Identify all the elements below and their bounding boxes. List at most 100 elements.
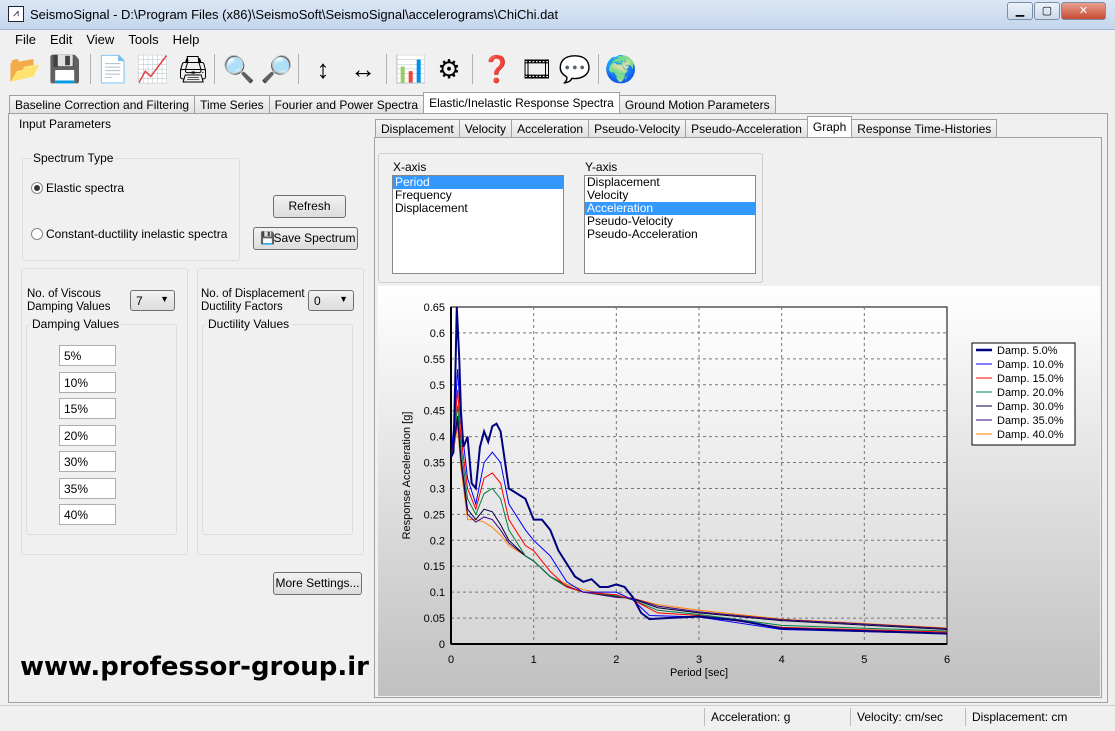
signal-document-button[interactable]: 📈: [136, 52, 170, 86]
subtab-pseudo-velocity[interactable]: Pseudo-Velocity: [588, 119, 687, 137]
more-settings-button[interactable]: More Settings...: [273, 572, 362, 595]
toolbar-separator: [298, 54, 299, 84]
y-axis-list[interactable]: Displacement Velocity Acceleration Pseudo-V…: [584, 175, 756, 274]
tab-ground-motion-parameters[interactable]: Ground Motion Parameters: [618, 95, 776, 113]
zoom-in-icon: 🔍: [222, 53, 256, 84]
x-tick-label: 5: [861, 654, 867, 666]
menu-view[interactable]: View: [79, 31, 121, 48]
chat-button[interactable]: 💬: [558, 52, 592, 86]
toolbar-separator: [598, 54, 599, 84]
gear-icon: ⚙: [437, 53, 461, 84]
viscous-label-2: Damping Values: [27, 301, 111, 313]
damping-value-field[interactable]: 15%: [59, 398, 116, 419]
status-bar: Acceleration: g Velocity: cm/sec Displac…: [0, 705, 1115, 727]
status-displacement: Displacement: cm: [965, 708, 1105, 726]
y-tick-label: 0.65: [424, 302, 445, 314]
minimize-button[interactable]: ▁: [1007, 2, 1033, 20]
status-velocity: Velocity: cm/sec: [850, 708, 965, 726]
damping-value-field[interactable]: 40%: [59, 504, 116, 525]
vertical-arrows-icon: ↕: [316, 53, 330, 84]
title-bar: ⩘ SeismoSignal - D:\Program Files (x86)\…: [0, 0, 1115, 30]
legend-entry: Damp. 5.0%: [997, 345, 1058, 357]
film-reel-icon: 🎞: [520, 53, 554, 84]
signal-document-icon: 📈: [136, 53, 170, 84]
elastic-label: Elastic spectra: [46, 181, 125, 195]
zoom-out-button[interactable]: 🔎: [260, 52, 294, 86]
y-tick-label: 0.4: [430, 432, 445, 444]
ductility-count-value: 0: [314, 294, 321, 308]
elastic-radio[interactable]: [31, 182, 43, 194]
tab-elastic-inelastic-response-spectra[interactable]: Elastic/Inelastic Response Spectra: [423, 92, 620, 113]
x-axis-label: X-axis: [393, 160, 427, 174]
chat-icon: 💬: [558, 53, 592, 84]
damping-value-field[interactable]: 30%: [59, 451, 116, 472]
y-tick-label: 0.2: [430, 535, 445, 547]
ductility-values-title: Ductility Values: [206, 317, 292, 331]
chart-button[interactable]: 📊: [394, 52, 428, 86]
tab-time-series[interactable]: Time Series: [194, 95, 270, 113]
menu-file[interactable]: File: [8, 31, 43, 48]
subtab-acceleration[interactable]: Acceleration: [511, 119, 590, 137]
save-button[interactable]: 💾: [48, 52, 82, 86]
x-tick-label: 6: [944, 654, 950, 666]
help-button[interactable]: ❓: [480, 52, 514, 86]
viscous-count-value: 7: [136, 294, 143, 308]
menu-edit[interactable]: Edit: [43, 31, 79, 48]
print-icon: 🖨: [176, 53, 210, 84]
legend-entry: Damp. 10.0%: [997, 359, 1064, 371]
menu-tools[interactable]: Tools: [121, 31, 165, 48]
tab-baseline-correction-and-filtering[interactable]: Baseline Correction and Filtering: [9, 95, 196, 113]
damping-value-field[interactable]: 5%: [59, 345, 116, 366]
globe-button[interactable]: 🌍: [604, 52, 638, 86]
subtab-displacement[interactable]: Displacement: [375, 119, 460, 137]
open-folder-button[interactable]: 📂: [8, 52, 42, 86]
damping-value-field[interactable]: 10%: [59, 371, 116, 393]
legend-entry: Damp. 40.0%: [997, 429, 1064, 441]
horizontal-arrows-icon: ↔: [350, 53, 376, 84]
viscous-label-1: No. of Viscous: [27, 288, 101, 300]
subtab-velocity[interactable]: Velocity: [458, 119, 513, 137]
zoom-in-button[interactable]: 🔍: [222, 52, 256, 86]
subtab-graph[interactable]: Graph: [806, 116, 853, 137]
refresh-button[interactable]: Refresh: [273, 195, 346, 218]
damping-value-field[interactable]: 20%: [59, 424, 116, 446]
menu-help[interactable]: Help: [166, 31, 207, 48]
list-option[interactable]: Displacement: [393, 202, 563, 215]
damping-values-title: Damping Values: [30, 317, 122, 331]
inelastic-label: Constant-ductility inelastic spectra: [46, 227, 228, 241]
viscous-count-select[interactable]: 7 ▼: [130, 290, 175, 311]
tab-fourier-and-power-spectra[interactable]: Fourier and Power Spectra: [268, 95, 425, 113]
vertical-arrows-button[interactable]: ↕: [306, 52, 340, 86]
save-icon: 💾: [260, 231, 275, 245]
document-button[interactable]: 📄: [96, 52, 130, 86]
maximize-button[interactable]: ▢: [1034, 2, 1060, 20]
damping-value-field[interactable]: 35%: [59, 477, 116, 499]
input-parameters-panel: Input Parameters Spectrum Type Elastic s…: [12, 117, 370, 698]
save-spectrum-button[interactable]: 💾 Save Spectrum: [253, 227, 358, 250]
ductility-label-1: No. of Displacement: [201, 288, 305, 300]
globe-icon: 🌍: [604, 53, 638, 84]
save-spectrum-label: Save Spectrum: [273, 231, 356, 245]
sub-tabs: Displacement Velocity Acceleration Pseudo-V…: [375, 116, 998, 137]
save-icon: 💾: [48, 53, 82, 84]
watermark-text: www.professor-group.ir: [20, 652, 369, 682]
legend-entry: Damp. 15.0%: [997, 373, 1064, 385]
subtab-pseudo-acceleration[interactable]: Pseudo-Acceleration: [685, 119, 808, 137]
toolbar-separator: [386, 54, 387, 84]
chevron-down-icon: ▼: [339, 294, 348, 304]
close-button[interactable]: ✕: [1061, 2, 1106, 20]
film-reel-button[interactable]: 🎞: [520, 52, 554, 86]
input-parameters-title: Input Parameters: [19, 117, 112, 131]
subtab-response-time-histories[interactable]: Response Time-Histories: [851, 119, 998, 137]
horizontal-arrows-button[interactable]: ↔: [346, 52, 380, 86]
y-tick-label: 0.5: [430, 380, 445, 392]
list-option[interactable]: Pseudo-Acceleration: [585, 228, 755, 241]
gear-button[interactable]: ⚙: [432, 52, 466, 86]
print-button[interactable]: 🖨: [176, 52, 210, 86]
app-icon: ⩘: [8, 6, 24, 22]
inelastic-radio[interactable]: [31, 228, 43, 240]
x-axis-list[interactable]: Period Frequency Displacement: [392, 175, 564, 274]
ductility-count-select[interactable]: 0 ▼: [308, 290, 354, 311]
y-tick-label: 0.05: [424, 613, 445, 625]
main-tabs: Baseline Correction and Filtering Time Se…: [9, 92, 776, 113]
